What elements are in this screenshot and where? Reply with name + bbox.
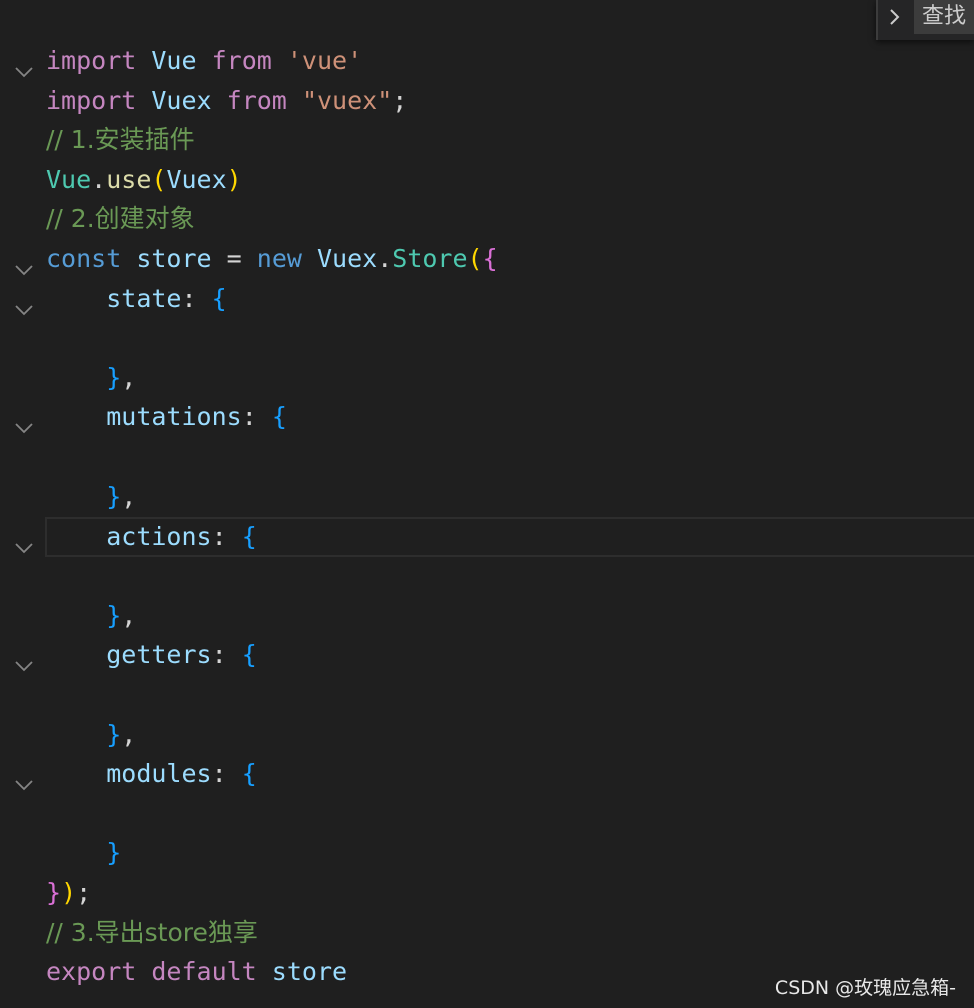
chevron-down-icon[interactable]	[14, 765, 34, 791]
keyword: default	[151, 957, 257, 986]
code-line-20[interactable]	[0, 794, 974, 834]
code-line-2[interactable]: import Vuex from "vuex";	[0, 81, 974, 121]
chevron-right-icon[interactable]	[884, 6, 906, 28]
identifier: store	[136, 244, 212, 273]
code-line-12[interactable]: },	[0, 477, 974, 517]
keyword: from	[211, 46, 272, 75]
code-line-18[interactable]: },	[0, 715, 974, 755]
keyword: export	[46, 957, 137, 986]
chevron-down-icon[interactable]	[14, 290, 34, 316]
bracket: (	[467, 244, 483, 273]
chevron-down-icon[interactable]	[14, 250, 34, 276]
watermark: CSDN @玫瑰应急箱-	[774, 977, 956, 999]
keyword: from	[226, 86, 287, 115]
punctuation: :	[211, 759, 227, 788]
code-editor[interactable]: 查找 import Vue from 'vue' import Vuex fro…	[0, 0, 974, 1008]
bracket: )	[226, 165, 242, 194]
bracket: {	[241, 640, 257, 669]
punctuation: .	[377, 244, 393, 273]
string-literal: "vuex"	[301, 86, 393, 115]
punctuation: ,	[121, 601, 137, 630]
chevron-down-icon[interactable]	[14, 52, 34, 78]
comment: // 2.创建对象	[46, 204, 195, 233]
identifier: Vue	[46, 165, 92, 194]
bracket: )	[61, 878, 77, 907]
operator: =	[226, 244, 242, 273]
punctuation: .	[91, 165, 107, 194]
code-line-1[interactable]: import Vue from 'vue'	[0, 41, 974, 81]
bracket: }	[106, 363, 122, 392]
string-literal: 'vue'	[286, 46, 363, 75]
identifier: Vuex	[166, 165, 227, 194]
code-line-11[interactable]	[0, 437, 974, 477]
bracket: }	[106, 720, 122, 749]
bracket: }	[106, 482, 122, 511]
identifier: store	[271, 957, 348, 986]
punctuation: ,	[121, 482, 137, 511]
chevron-down-icon[interactable]	[14, 408, 34, 434]
code-line-19[interactable]: modules: {	[0, 754, 974, 794]
code-line-23[interactable]: // 3.导出store独享	[0, 913, 974, 953]
identifier: Vuex	[317, 244, 378, 273]
keyword: import	[46, 46, 137, 75]
chevron-down-icon[interactable]	[14, 646, 34, 672]
property-name: getters	[106, 640, 212, 669]
bracket: {	[241, 759, 257, 788]
function-name: use	[106, 165, 152, 194]
code-line-22[interactable]: });	[0, 873, 974, 913]
code-line-21[interactable]: }	[0, 833, 974, 873]
code-line-15[interactable]: },	[0, 596, 974, 636]
comment: // 1.安装插件	[46, 125, 195, 154]
code-line-3[interactable]: // 1.安装插件	[0, 120, 974, 160]
code-line-5[interactable]: // 2.创建对象	[0, 199, 974, 239]
code-line-6[interactable]: const store = new Vuex.Store({	[0, 239, 974, 279]
identifier: Vuex	[151, 86, 212, 115]
bracket: {	[211, 284, 227, 313]
identifier: Vue	[151, 46, 197, 75]
punctuation: ,	[121, 363, 137, 392]
find-input[interactable]: 查找	[914, 0, 974, 34]
property-name: actions	[106, 522, 212, 551]
property-name: mutations	[106, 402, 242, 431]
code-line-8[interactable]	[0, 318, 974, 358]
keyword: import	[46, 86, 137, 115]
bracket: {	[271, 402, 287, 431]
punctuation: :	[181, 284, 197, 313]
bracket: }	[106, 838, 122, 867]
class-name: Store	[392, 244, 468, 273]
code-line-14[interactable]	[0, 556, 974, 596]
bracket: (	[151, 165, 167, 194]
punctuation: :	[211, 640, 227, 669]
code-line-7[interactable]: state: {	[0, 279, 974, 319]
code-line-9[interactable]: },	[0, 358, 974, 398]
comment: // 3.导出store独享	[46, 918, 258, 947]
code-line-16[interactable]: getters: {	[0, 635, 974, 675]
bracket: {	[241, 522, 257, 551]
code-line-13-current[interactable]: actions: {	[0, 517, 974, 557]
punctuation: :	[211, 522, 227, 551]
property-name: modules	[106, 759, 212, 788]
bracket: }	[106, 601, 122, 630]
keyword: new	[256, 244, 302, 273]
punctuation: ,	[121, 720, 137, 749]
keyword: const	[46, 244, 122, 273]
property-name: state	[106, 284, 182, 313]
code-line-4[interactable]: Vue.use(Vuex)	[0, 160, 974, 200]
chevron-down-icon[interactable]	[14, 528, 34, 554]
code-line-17[interactable]	[0, 675, 974, 715]
punctuation: ;	[76, 878, 92, 907]
punctuation: ;	[392, 86, 408, 115]
find-widget[interactable]: 查找	[876, 0, 974, 40]
punctuation: :	[241, 402, 257, 431]
bracket: {	[482, 244, 498, 273]
bracket: }	[46, 878, 62, 907]
code-line-10[interactable]: mutations: {	[0, 397, 974, 437]
